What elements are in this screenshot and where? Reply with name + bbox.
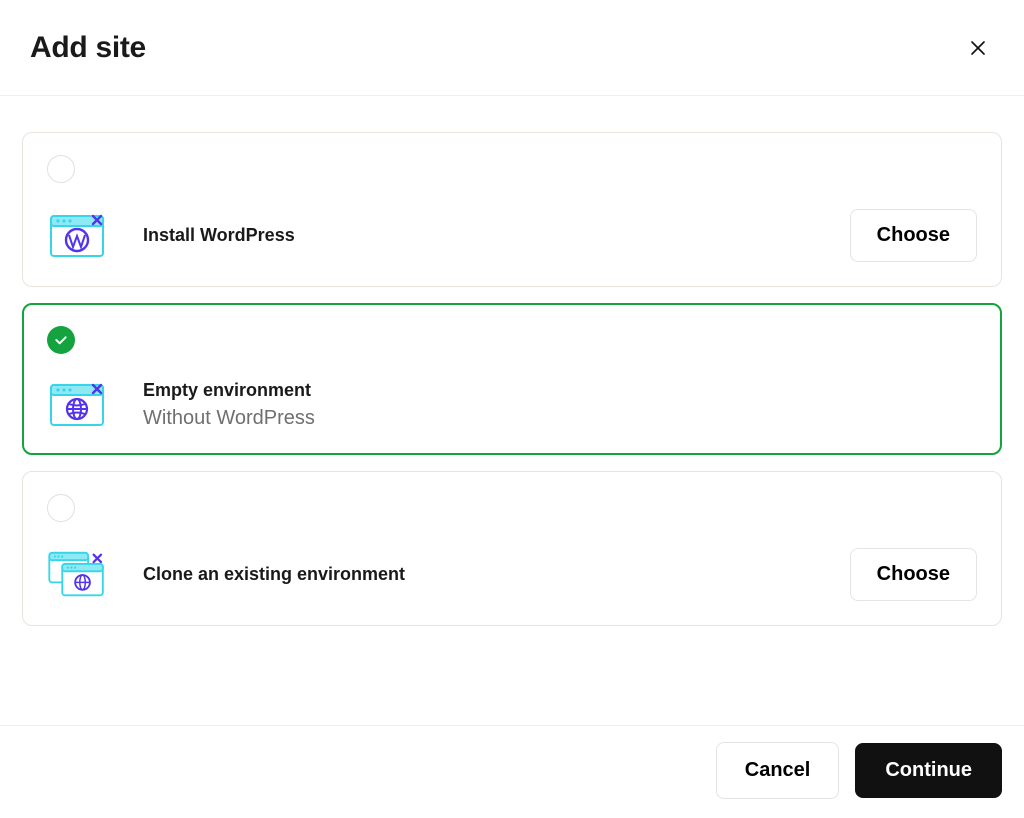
modal-header: Add site [0,0,1024,96]
clone-windows-icon [47,551,107,599]
option-title: Empty environment [143,380,315,401]
close-button[interactable] [962,32,994,64]
option-install-wordpress[interactable]: Install WordPress Choose [22,132,1002,287]
option-clone-environment[interactable]: Clone an existing environment Choose [22,471,1002,626]
check-icon [53,332,69,348]
wordpress-window-icon [47,212,107,260]
choose-button[interactable]: Choose [850,548,977,601]
radio-indicator [47,494,75,522]
option-title: Clone an existing environment [143,564,405,585]
choose-button[interactable]: Choose [850,209,977,262]
continue-button[interactable]: Continue [855,743,1002,798]
option-subtitle: Without WordPress [143,407,315,430]
option-title: Install WordPress [143,225,295,246]
radio-indicator [47,155,75,183]
modal-footer: Cancel Continue [0,725,1024,799]
close-icon [969,39,987,57]
option-list: Install WordPress Choose [0,96,1024,646]
option-empty-environment[interactable]: Empty environment Without WordPress [22,303,1002,455]
page-title: Add site [30,31,146,65]
radio-indicator [47,326,75,354]
cancel-button[interactable]: Cancel [716,742,840,799]
globe-window-icon [47,381,107,429]
